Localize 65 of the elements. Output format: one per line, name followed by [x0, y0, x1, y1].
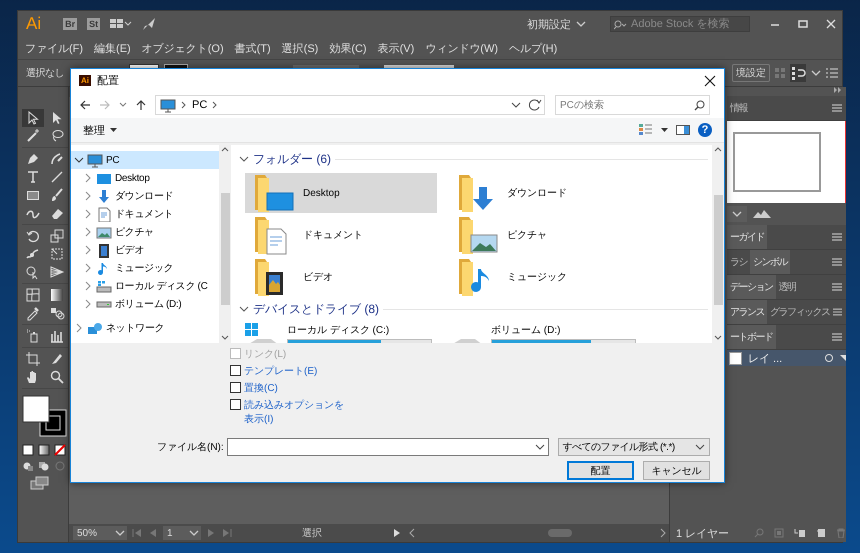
menu-item[interactable]: ヘルプ(H) [509, 40, 558, 56]
folder-tile[interactable]: ピクチャ [449, 215, 641, 255]
panel-tab[interactable]: ラシ [727, 250, 750, 274]
menu-item[interactable]: 効果(C) [329, 40, 367, 56]
folder-tile[interactable]: ドキュメント [245, 215, 437, 255]
folder-tile[interactable]: ビデオ [245, 257, 437, 297]
address-bar[interactable]: PC [155, 95, 545, 115]
tree-item[interactable]: ダウンロード [71, 187, 219, 205]
stock-button[interactable]: St [87, 18, 100, 30]
tree-item[interactable]: ピクチャ [71, 223, 219, 241]
tree-item[interactable]: ネットワーク [71, 319, 219, 337]
checkbox-label: リンク(L) [244, 348, 288, 361]
selection-status: 選択なし [26, 67, 64, 80]
workspace-dropdown[interactable]: 初期設定 [527, 16, 586, 32]
panel-tab[interactable]: アランス [727, 300, 767, 324]
bridge-button[interactable]: Br [63, 18, 78, 30]
folder-tile[interactable]: Desktop [245, 173, 437, 213]
drive-name[interactable]: ローカル ディスク (C:) [287, 323, 432, 337]
breadcrumb-item[interactable]: PC [192, 99, 208, 111]
menu-item[interactable]: 表示(V) [378, 40, 414, 56]
dialog-title: 配置 [97, 74, 119, 88]
drive-name[interactable]: ボリューム (D:) [491, 323, 636, 337]
tree-item[interactable]: PC [71, 151, 219, 169]
dialog-button[interactable]: キャンセル [643, 461, 710, 480]
tree-item[interactable]: ドキュメント [71, 205, 219, 223]
menu-item[interactable]: ウィンドウ(W) [425, 40, 498, 56]
folder-tile[interactable]: ミュージック [449, 257, 641, 297]
tree-item[interactable]: ミュージック [71, 259, 219, 277]
checkbox-label[interactable]: テンプレート(E) [244, 364, 344, 378]
panel-tab[interactable]: ートボード [727, 325, 776, 349]
panel-tab[interactable]: シンボル [750, 250, 790, 274]
zoom-field[interactable]: 50% [73, 526, 127, 540]
app-icon: Ai [79, 75, 91, 86]
panel-tab[interactable]: デーション [727, 275, 776, 299]
tree-item[interactable]: ボリューム (D:) [71, 295, 219, 313]
panel-tab[interactable]: 透明 [776, 275, 798, 299]
organize-button[interactable]: 整理 [83, 122, 117, 138]
menu-item[interactable]: ファイル(F) [25, 40, 84, 56]
folder-tile[interactable]: ダウンロード [449, 173, 641, 213]
file-type-dropdown[interactable]: すべてのファイル形式 (*.*) [558, 438, 710, 456]
field-label: ファイル名(N): [157, 441, 224, 454]
tree-item[interactable]: Desktop [71, 169, 219, 187]
checkbox-label[interactable]: 置換(C) [244, 381, 344, 395]
dialog-button[interactable]: 配置 [567, 461, 634, 480]
group-header[interactable]: フォルダー (6) [253, 150, 331, 168]
tree-item[interactable]: ローカル ディスク (C [71, 277, 219, 295]
panel-tab[interactable]: 情報 [727, 96, 750, 120]
artboard-field[interactable]: 1 [163, 526, 201, 540]
menu-item[interactable]: オブジェクト(O) [142, 40, 224, 56]
layer-row[interactable]: レイ ... [727, 350, 846, 366]
layer-name: レイ ... [748, 352, 784, 366]
preferences-button[interactable]: 境設定 [732, 64, 770, 82]
group-header[interactable]: デバイスとドライブ (8) [253, 300, 379, 318]
app-logo: Ai [26, 14, 42, 34]
help-button[interactable]: ? [698, 123, 712, 137]
layer-count: 1 レイヤー [676, 526, 730, 540]
menu-item[interactable]: 編集(E) [94, 40, 131, 56]
menu-item[interactable]: 書式(T) [234, 40, 271, 56]
panel-tab[interactable]: ーガイド [727, 225, 767, 249]
tree-item[interactable]: ビデオ [71, 241, 219, 259]
panel-tab[interactable]: グラフィックス [767, 300, 832, 324]
status-text: 選択 [301, 527, 323, 540]
checkbox-label[interactable]: 読み込みオプションを表示(I) [244, 398, 344, 426]
menu-item[interactable]: 選択(S) [282, 40, 318, 56]
search-field[interactable]: Adobe Stock を検索 [610, 16, 750, 32]
